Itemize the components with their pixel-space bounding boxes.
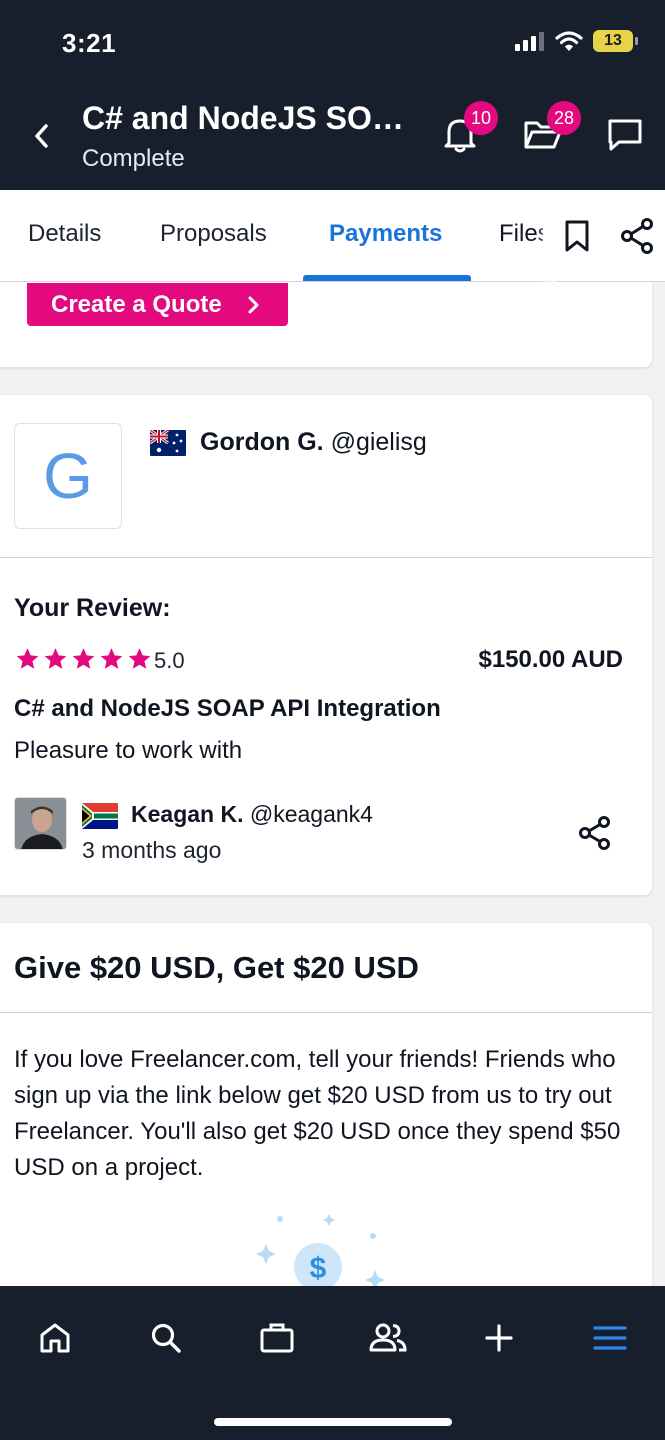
star-rating <box>14 646 153 672</box>
create-quote-button[interactable]: Create a Quote <box>27 283 288 326</box>
rating-value: 5.0 <box>154 648 185 673</box>
south-africa-flag-icon <box>82 803 118 829</box>
review-share-button[interactable] <box>577 814 613 852</box>
page-subtitle: Complete <box>82 145 185 172</box>
review-text: Pleasure to work with <box>14 737 243 764</box>
star-icon <box>128 648 151 669</box>
plus-icon <box>485 1324 513 1352</box>
home-indicator <box>214 1418 452 1426</box>
search-icon <box>151 1323 181 1353</box>
projects-badge: 28 <box>547 101 581 135</box>
referral-body: If you love Freelancer.com, tell your fr… <box>14 1046 621 1181</box>
page-title: C# and NodeJS SO… <box>82 100 404 136</box>
reviewer-name: Keagan K. <box>131 801 244 827</box>
projects-button[interactable]: 28 <box>521 101 581 157</box>
client-name: Gordon G. <box>200 428 324 456</box>
nav-menu[interactable] <box>586 1316 634 1360</box>
dollar-coin-icon: $ <box>256 1214 385 1288</box>
nav-search[interactable] <box>142 1316 190 1360</box>
star-icon <box>72 648 95 669</box>
wifi-icon <box>555 31 583 51</box>
svg-text:$: $ <box>310 1252 327 1285</box>
nav-post-project[interactable] <box>475 1316 523 1360</box>
status-time: 3:21 <box>62 28 117 58</box>
reviewer-name-line[interactable]: Keagan K. @keagank4 <box>131 801 373 828</box>
app-header: 3:21 13 C# and NodeJS SO… Complete 10 28 <box>0 0 665 190</box>
bottom-navigation <box>0 1286 665 1440</box>
chevron-right-icon <box>248 296 259 313</box>
divider <box>0 1012 652 1013</box>
share-icon <box>621 218 653 254</box>
referral-title: Give $20 USD, Get $20 USD <box>14 950 419 985</box>
bookmark-icon <box>565 220 589 252</box>
battery-indicator: 13 <box>593 30 638 52</box>
back-button[interactable] <box>24 116 60 156</box>
notifications-button[interactable]: 10 <box>438 101 498 157</box>
chat-icon <box>608 119 642 151</box>
home-icon <box>40 1323 70 1353</box>
messages-button[interactable] <box>603 113 647 157</box>
client-avatar[interactable]: G <box>14 423 122 529</box>
reviewer-handle: @keagank4 <box>249 801 373 827</box>
nav-people[interactable] <box>364 1316 412 1360</box>
menu-icon <box>593 1326 627 1350</box>
bookmark-button[interactable] <box>557 216 597 256</box>
project-title: C# and NodeJS SOAP API Integration <box>14 695 441 722</box>
chevron-left-icon <box>35 124 48 148</box>
briefcase-icon <box>260 1323 294 1353</box>
status-icons: 13 <box>515 30 638 52</box>
reviewer-avatar[interactable] <box>14 797 67 850</box>
nav-projects[interactable] <box>253 1316 301 1360</box>
review-label: Your Review: <box>14 594 171 622</box>
star-icon <box>16 648 39 669</box>
tab-fade <box>536 190 556 282</box>
nav-home[interactable] <box>31 1316 79 1360</box>
share-icon <box>579 816 610 850</box>
star-icon <box>44 648 67 669</box>
divider <box>0 557 652 558</box>
client-handle: @gielisg <box>330 428 427 456</box>
create-quote-label: Create a Quote <box>51 290 222 318</box>
tab-proposals[interactable]: Proposals <box>160 220 267 248</box>
active-tab-indicator <box>303 275 471 281</box>
notifications-badge: 10 <box>464 101 498 135</box>
tab-details[interactable]: Details <box>28 220 101 248</box>
people-icon <box>369 1323 407 1352</box>
share-button[interactable] <box>617 216 657 256</box>
client-name-line[interactable]: Gordon G. @gielisg <box>200 428 427 457</box>
review-price: $150.00 AUD <box>478 646 623 673</box>
tab-payments[interactable]: Payments <box>329 220 442 248</box>
review-time: 3 months ago <box>82 837 222 863</box>
star-icon <box>100 648 123 669</box>
signal-icon <box>515 32 544 51</box>
australia-flag-icon <box>150 430 186 456</box>
